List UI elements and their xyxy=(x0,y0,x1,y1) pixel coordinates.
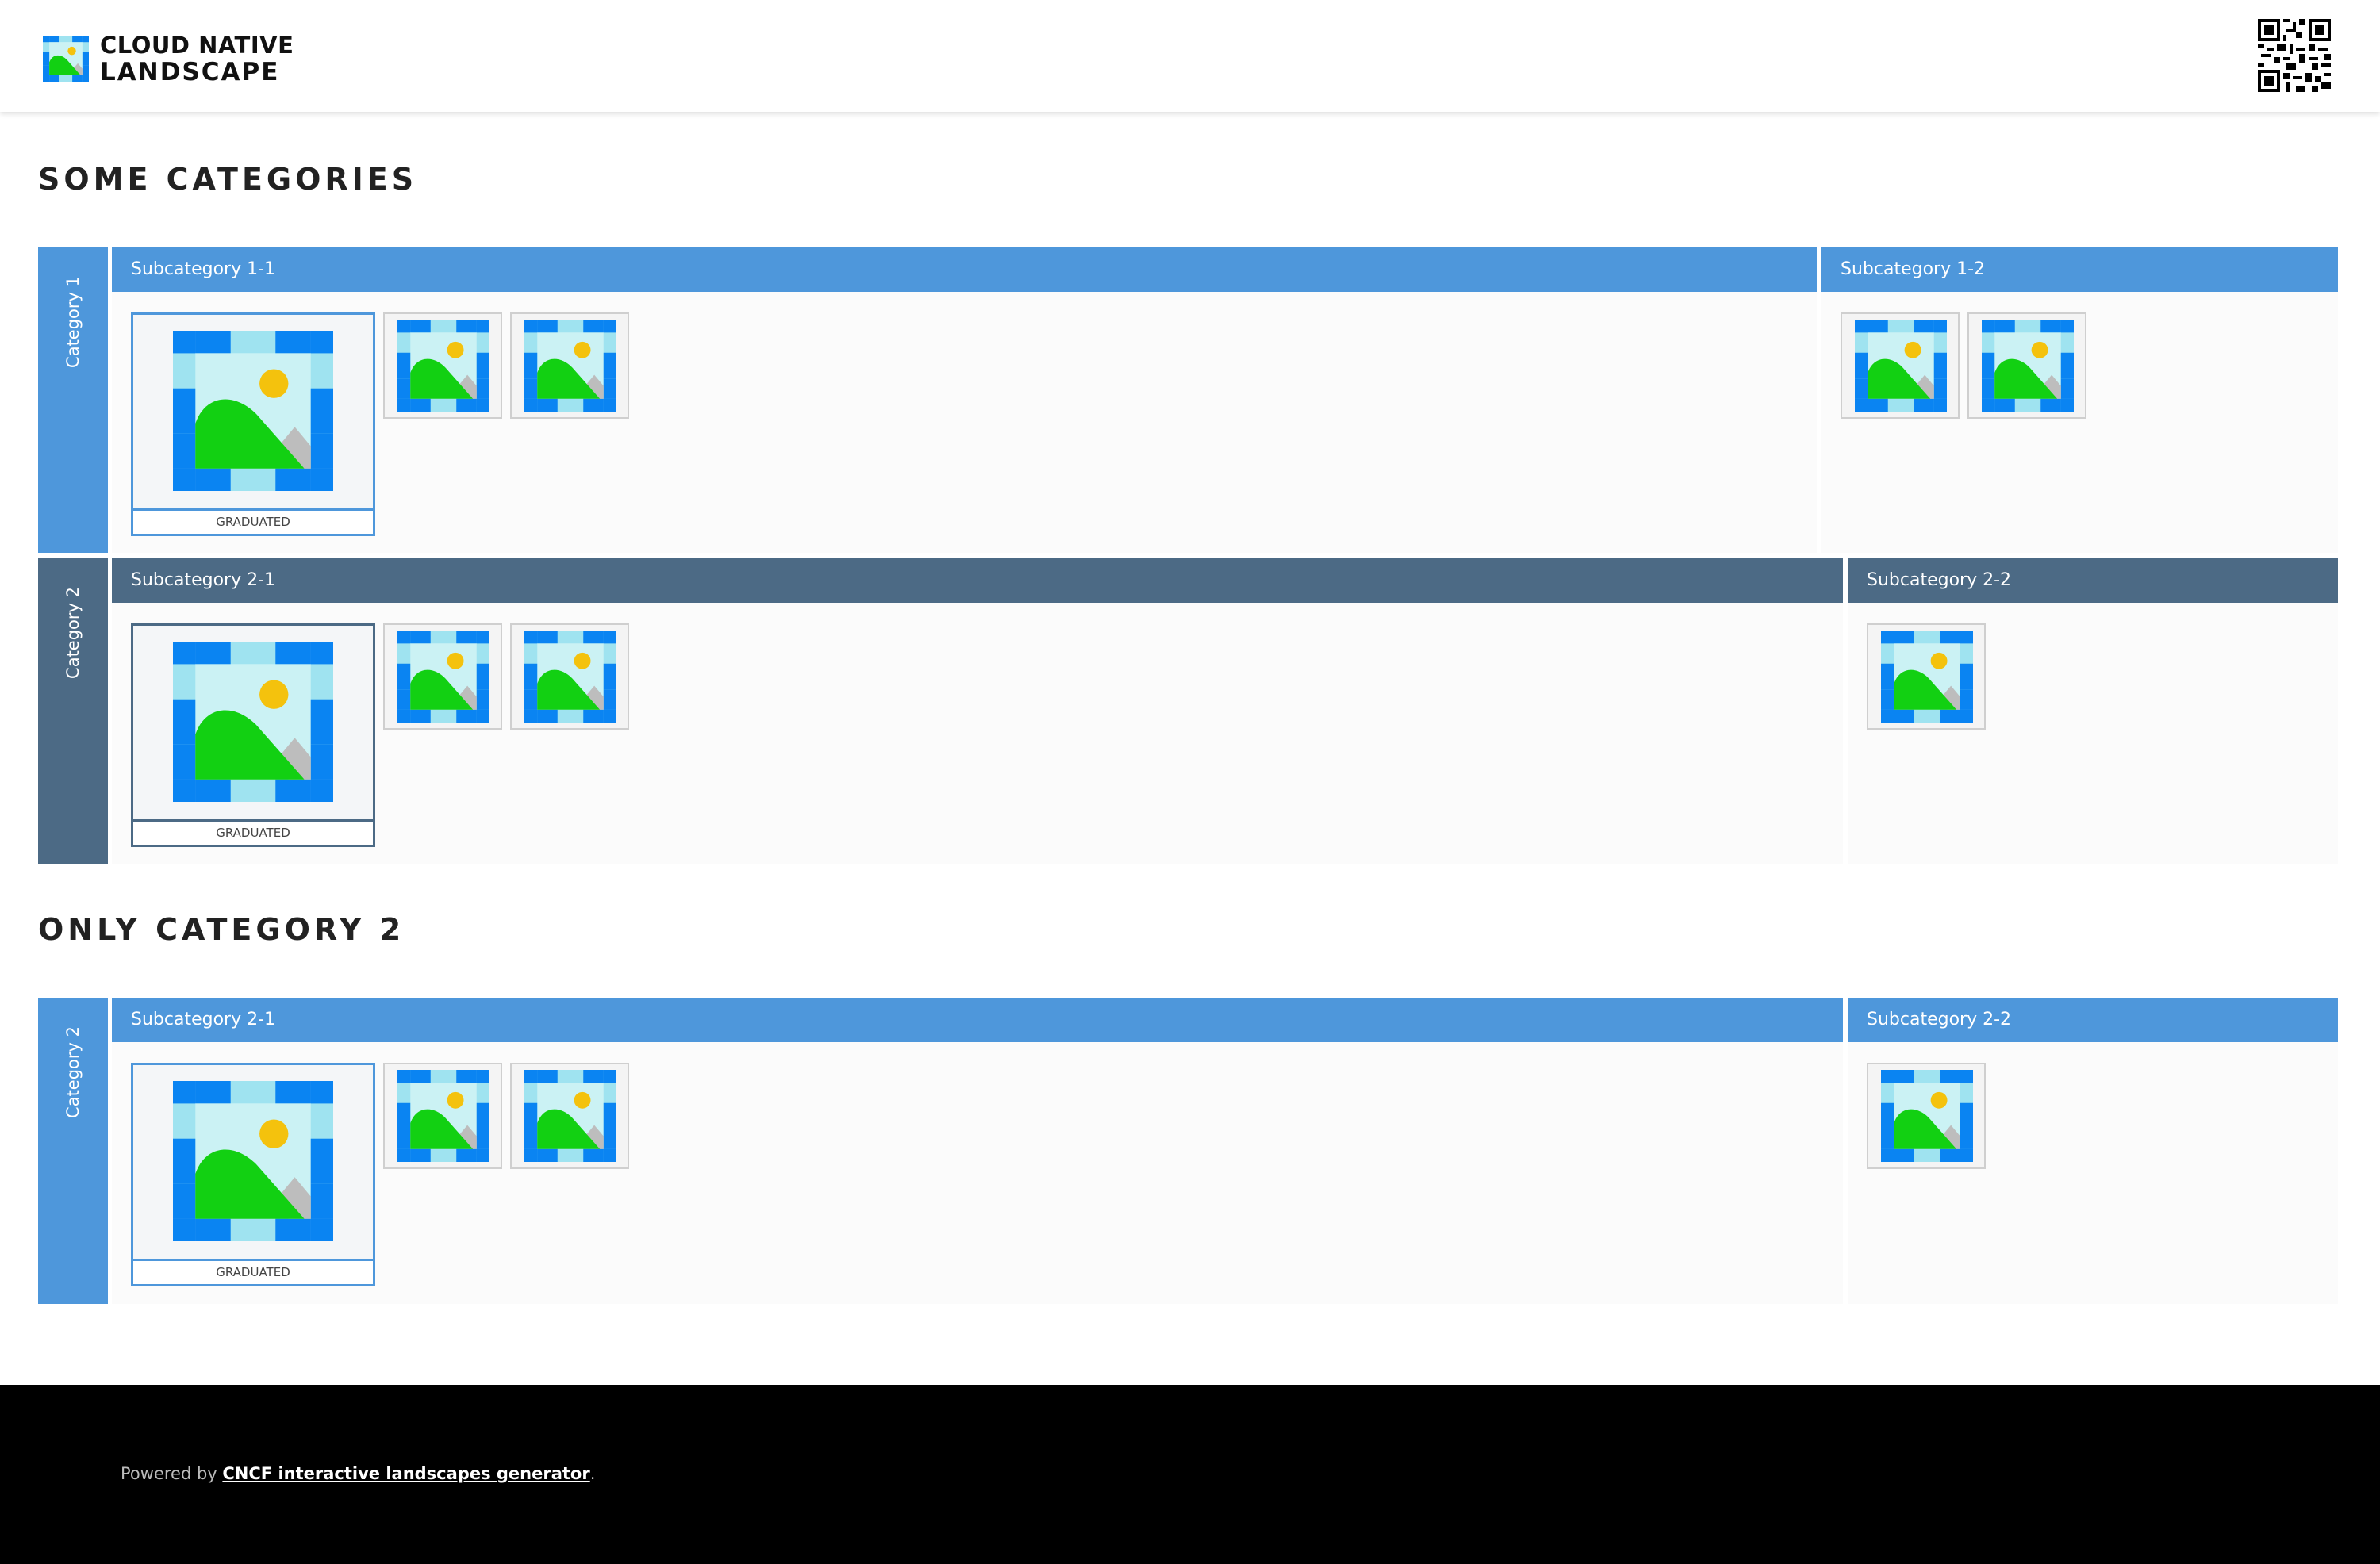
category-label-text: Category 2 xyxy=(63,587,83,679)
category-label[interactable]: Category 2 xyxy=(38,558,108,864)
logo-text: CLOUD NATIVE LANDSCAPE xyxy=(100,32,294,86)
footer-prefix: Powered by xyxy=(121,1464,223,1483)
item-card[interactable] xyxy=(383,1063,502,1169)
subcategory-panel: Subcategory 2-1 GRADUATED xyxy=(112,558,1843,864)
item-logo-icon xyxy=(397,1069,489,1163)
item-card[interactable] xyxy=(1867,1063,1986,1169)
landscape-image-icon xyxy=(43,36,89,82)
subcategory-panel: Subcategory 1-2 xyxy=(1821,247,2338,553)
featured-item-card[interactable]: GRADUATED xyxy=(131,623,375,847)
status-badge: GRADUATED xyxy=(133,1259,373,1284)
site-footer: Powered by CNCF interactive landscapes g… xyxy=(0,1385,2380,1564)
logo-line-2: LANDSCAPE xyxy=(100,58,280,86)
section-title: ONLY CATEGORY 2 xyxy=(38,912,405,947)
site-header: CLOUD NATIVE LANDSCAPE xyxy=(0,0,2380,112)
item-card[interactable] xyxy=(1841,312,1960,419)
item-logo-icon xyxy=(397,319,489,412)
item-logo-icon xyxy=(173,331,333,491)
featured-item-card[interactable]: GRADUATED xyxy=(131,1063,375,1286)
logo-line-1: CLOUD NATIVE xyxy=(100,32,294,59)
item-logo-icon xyxy=(397,630,489,723)
item-logo-icon xyxy=(524,630,616,723)
item-logo-icon xyxy=(1855,319,1947,412)
featured-item-card[interactable]: GRADUATED xyxy=(131,312,375,536)
qr-code-icon[interactable] xyxy=(2258,19,2331,92)
item-card[interactable] xyxy=(510,312,629,419)
subcategory-header[interactable]: Subcategory 1-1 xyxy=(112,247,1817,292)
item-logo-icon xyxy=(1881,630,1973,723)
item-logo-icon xyxy=(1982,319,2074,412)
item-card[interactable] xyxy=(383,623,502,730)
item-logo-icon xyxy=(173,1081,333,1241)
item-logo-icon xyxy=(1881,1069,1973,1163)
subcategory-header[interactable]: Subcategory 2-2 xyxy=(1848,998,2338,1042)
item-logo-icon xyxy=(173,642,333,802)
subcategory-panel: Subcategory 2-1 GRADUATED xyxy=(112,998,1843,1304)
category-label-text: Category 1 xyxy=(63,276,83,368)
item-card[interactable] xyxy=(1867,623,1986,730)
status-badge: GRADUATED xyxy=(133,508,373,534)
item-card[interactable] xyxy=(510,1063,629,1169)
generator-link[interactable]: CNCF interactive landscapes generator xyxy=(222,1464,589,1483)
category-row: Category 2 Subcategory 2-1 GRADUATED Sub… xyxy=(38,558,2338,864)
status-badge: GRADUATED xyxy=(133,819,373,845)
section-title: SOME CATEGORIES xyxy=(38,162,418,197)
item-card[interactable] xyxy=(510,623,629,730)
footer-suffix: . xyxy=(589,1464,596,1483)
subcategory-header[interactable]: Subcategory 2-1 xyxy=(112,998,1843,1042)
footer-text: Powered by CNCF interactive landscapes g… xyxy=(121,1464,595,1483)
subcategory-panel: Subcategory 1-1 GRADUATED xyxy=(112,247,1817,553)
item-card[interactable] xyxy=(383,312,502,419)
category-row: Category 2 Subcategory 2-1 GRADUATED Sub… xyxy=(38,998,2338,1304)
category-row: Category 1 Subcategory 1-1 GRADUATED Sub… xyxy=(38,247,2338,553)
category-label[interactable]: Category 2 xyxy=(38,998,108,1304)
subcategory-header[interactable]: Subcategory 2-1 xyxy=(112,558,1843,603)
site-logo[interactable]: CLOUD NATIVE LANDSCAPE xyxy=(43,32,294,86)
category-label[interactable]: Category 1 xyxy=(38,247,108,553)
item-logo-icon xyxy=(524,1069,616,1163)
subcategory-header[interactable]: Subcategory 2-2 xyxy=(1848,558,2338,603)
subcategory-panel: Subcategory 2-2 xyxy=(1848,558,2338,864)
subcategory-panel: Subcategory 2-2 xyxy=(1848,998,2338,1304)
item-card[interactable] xyxy=(1967,312,2086,419)
item-logo-icon xyxy=(524,319,616,412)
subcategory-header[interactable]: Subcategory 1-2 xyxy=(1821,247,2338,292)
category-label-text: Category 2 xyxy=(63,1026,83,1118)
